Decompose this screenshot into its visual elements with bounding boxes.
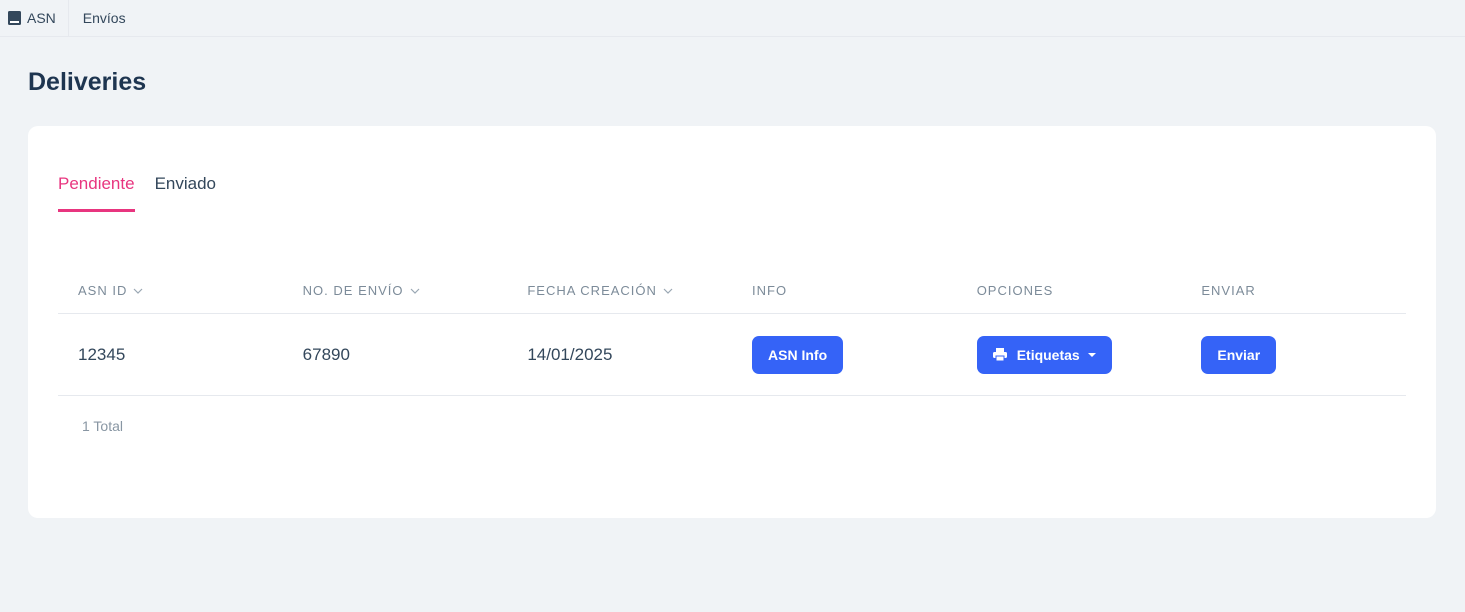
chevron-down-icon bbox=[133, 288, 143, 294]
column-header-enviar: ENVIAR bbox=[1201, 283, 1256, 298]
tabs: Pendiente Enviado bbox=[58, 174, 236, 212]
chevron-down-icon bbox=[410, 288, 419, 294]
column-label: ASN ID bbox=[78, 283, 128, 298]
printer-icon bbox=[992, 348, 1007, 361]
asn-info-button[interactable]: ASN Info bbox=[752, 335, 844, 374]
breadcrumb-asn[interactable]: ASN bbox=[0, 0, 69, 36]
column-header-info: INFO bbox=[752, 283, 788, 298]
table-row: 12345 67890 14/01/2025 ASN Info Etiqueta… bbox=[58, 314, 1406, 396]
caret-down-icon bbox=[1087, 352, 1096, 357]
column-header-fecha[interactable]: FECHA CREACIÓN bbox=[507, 283, 732, 298]
deliveries-table: ASN ID NO. DE ENVÍO FECHA CREACIÓN INFO … bbox=[58, 268, 1406, 396]
column-label: FECHA CREACIÓN bbox=[527, 283, 657, 298]
book-icon bbox=[8, 11, 21, 25]
tab-pendiente[interactable]: Pendiente bbox=[58, 174, 135, 212]
cell-opciones: Etiquetas bbox=[957, 335, 1182, 374]
column-header-asn-id[interactable]: ASN ID bbox=[58, 283, 283, 298]
table-header: ASN ID NO. DE ENVÍO FECHA CREACIÓN INFO … bbox=[58, 268, 1406, 314]
cell-asn-id: 12345 bbox=[78, 344, 126, 364]
cell-fecha: 14/01/2025 bbox=[527, 344, 613, 364]
column-label: NO. DE ENVÍO bbox=[302, 283, 404, 298]
top-bar: ASN Envíos bbox=[0, 0, 1465, 37]
enviar-button[interactable]: Enviar bbox=[1201, 335, 1277, 374]
breadcrumb-asn-label: ASN bbox=[27, 10, 56, 26]
column-header-no-envio[interactable]: NO. DE ENVÍO bbox=[283, 283, 508, 298]
cell-no-envio: 67890 bbox=[302, 344, 350, 364]
deliveries-card: Pendiente Enviado ASN ID NO. DE ENVÍO FE… bbox=[28, 126, 1436, 518]
cell-info: ASN Info bbox=[732, 335, 957, 374]
cell-enviar: Enviar bbox=[1181, 335, 1406, 374]
tab-enviado[interactable]: Enviado bbox=[155, 174, 216, 212]
etiquetas-label: Etiquetas bbox=[1016, 346, 1080, 363]
chevron-down-icon bbox=[663, 288, 673, 294]
total-count: 1 Total bbox=[82, 418, 123, 434]
page-title: Deliveries bbox=[28, 68, 147, 96]
column-header-opciones: OPCIONES bbox=[976, 283, 1054, 298]
breadcrumb-envios[interactable]: Envíos bbox=[69, 10, 126, 26]
etiquetas-dropdown-button[interactable]: Etiquetas bbox=[976, 335, 1112, 374]
